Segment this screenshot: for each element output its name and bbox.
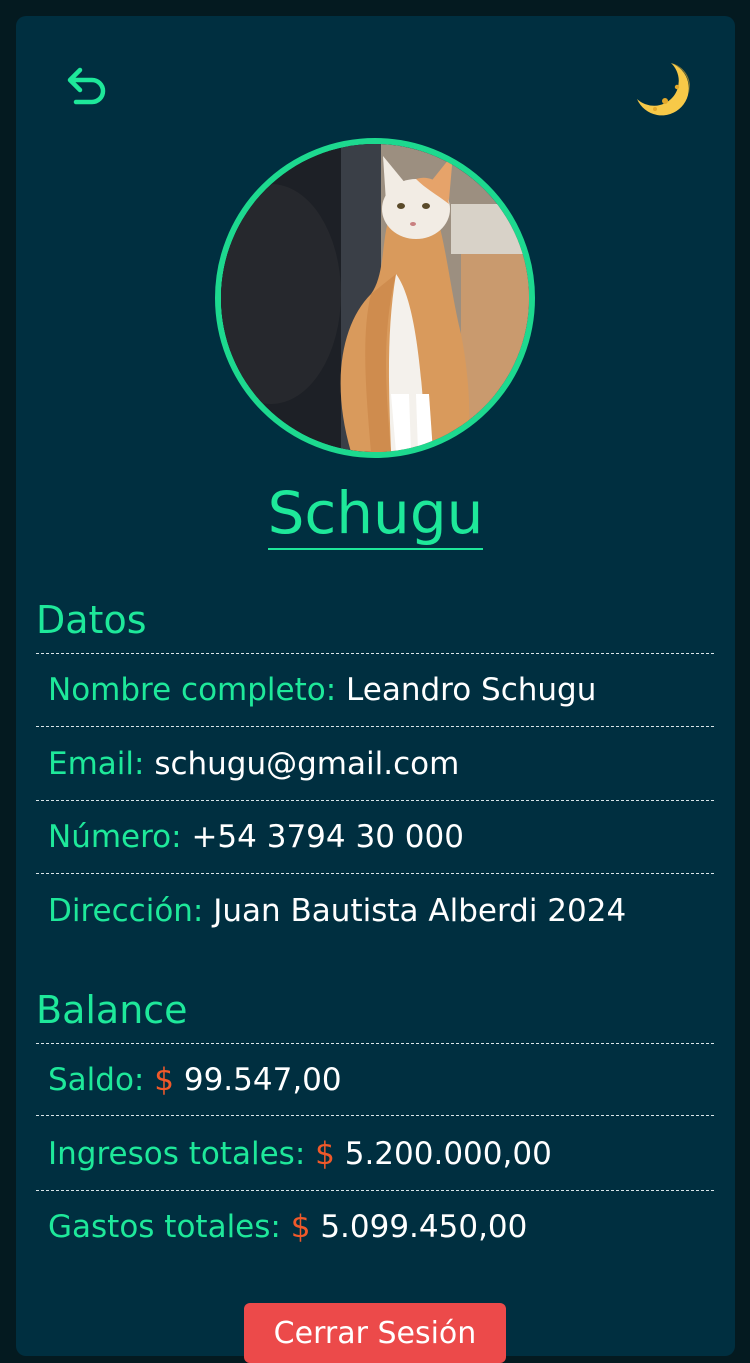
avatar bbox=[215, 138, 535, 458]
datos-row-label: Número: bbox=[48, 819, 182, 855]
balance-row-gastos: Gastos totales: $ 5.099.450,00 bbox=[48, 1207, 718, 1247]
datos-row-direccion: Dirección: Juan Bautista Alberdi 2024 bbox=[48, 891, 718, 931]
balance-section-title: Balance bbox=[36, 988, 188, 1032]
logout-button[interactable]: Cerrar Sesión bbox=[244, 1303, 506, 1363]
datos-row-value: Leandro Schugu bbox=[346, 672, 597, 708]
datos-row-label: Dirección: bbox=[48, 893, 204, 929]
datos-row-numero: Número: +54 3794 30 000 bbox=[48, 817, 718, 857]
balance-row-value: 99.547,00 bbox=[183, 1062, 342, 1098]
profile-card: Schugu Datos Nombre completo: Leandro Sc… bbox=[16, 16, 735, 1363]
datos-row-value: Juan Bautista Alberdi 2024 bbox=[213, 893, 627, 929]
balance-row-label: Saldo: bbox=[48, 1062, 145, 1098]
datos-row-nombre: Nombre completo: Leandro Schugu bbox=[48, 670, 718, 710]
theme-toggle-button[interactable] bbox=[628, 56, 698, 126]
currency-symbol: $ bbox=[154, 1062, 174, 1098]
datos-row-label: Email: bbox=[48, 746, 145, 782]
balance-row-label: Gastos totales: bbox=[48, 1209, 281, 1245]
profile-username-container: Schugu bbox=[16, 478, 735, 550]
divider bbox=[36, 873, 714, 874]
datos-row-label: Nombre completo: bbox=[48, 672, 337, 708]
datos-row-value: schugu@gmail.com bbox=[154, 746, 460, 782]
balance-row-label: Ingresos totales: bbox=[48, 1136, 306, 1172]
profile-username[interactable]: Schugu bbox=[267, 478, 484, 550]
balance-row-saldo: Saldo: $ 99.547,00 bbox=[48, 1060, 718, 1100]
balance-row-value: 5.200.000,00 bbox=[344, 1136, 552, 1172]
back-button[interactable] bbox=[60, 60, 116, 116]
balance-row-value: 5.099.450,00 bbox=[320, 1209, 528, 1245]
divider bbox=[36, 1190, 714, 1191]
divider bbox=[36, 800, 714, 801]
datos-section-title: Datos bbox=[36, 598, 147, 642]
datos-row-email: Email: schugu@gmail.com bbox=[48, 744, 718, 784]
undo-arrow-icon bbox=[62, 60, 114, 116]
divider bbox=[36, 653, 714, 654]
divider bbox=[36, 1115, 714, 1116]
crescent-moon-icon bbox=[631, 57, 695, 125]
divider bbox=[36, 1043, 714, 1044]
datos-row-value: +54 3794 30 000 bbox=[191, 819, 464, 855]
divider bbox=[36, 726, 714, 727]
currency-symbol: $ bbox=[315, 1136, 335, 1172]
currency-symbol: $ bbox=[290, 1209, 311, 1245]
balance-row-ingresos: Ingresos totales: $ 5.200.000,00 bbox=[48, 1134, 718, 1174]
